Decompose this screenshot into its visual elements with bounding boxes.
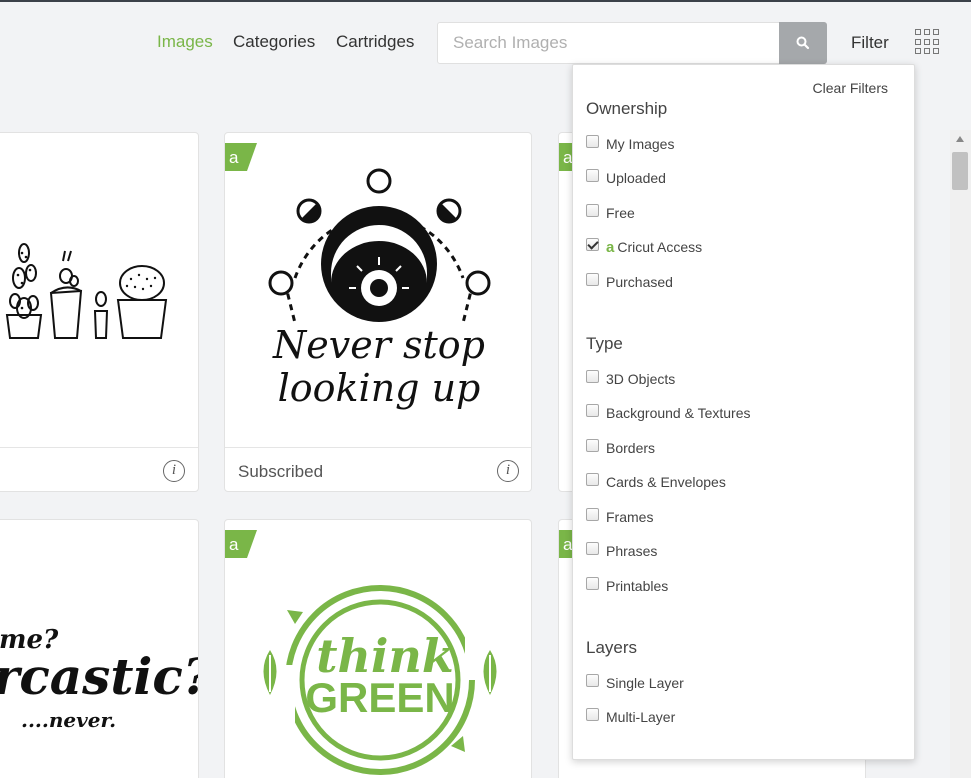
card-footer: Subscribed i	[225, 447, 531, 491]
option-label: Single Layer	[606, 675, 684, 691]
filter-option-multi-layer[interactable]: Multi-Layer	[586, 707, 675, 727]
card-status: Subscribed	[238, 462, 324, 481]
filter-option-printables[interactable]: Printables	[586, 576, 668, 596]
filter-option-cricut-access[interactable]: a Cricut Access	[586, 237, 702, 257]
checkbox[interactable]	[586, 707, 599, 721]
checkbox[interactable]	[586, 472, 599, 486]
filter-option-borders[interactable]: Borders	[586, 438, 655, 458]
search-box	[437, 22, 827, 64]
option-label: Purchased	[606, 274, 673, 290]
option-label: Printables	[606, 578, 669, 594]
art-text: looking up	[278, 366, 481, 410]
option-label: Background & Textures	[606, 405, 751, 421]
option-label: Uploaded	[606, 170, 666, 186]
checkbox[interactable]	[586, 203, 599, 217]
scrollbar-thumb[interactable]	[952, 152, 968, 190]
nav-categories[interactable]: Categories	[233, 32, 315, 52]
filter-dropdown: Clear Filters Ownership My Images Upload…	[572, 64, 915, 760]
filter-option-single-layer[interactable]: Single Layer	[586, 673, 684, 693]
grid-view-icon[interactable]	[915, 29, 941, 55]
search-button[interactable]	[779, 22, 827, 64]
checkbox[interactable]	[586, 272, 599, 286]
filter-option-uploaded[interactable]: Uploaded	[586, 168, 666, 188]
option-label: Cricut Access	[617, 239, 703, 255]
scroll-up-arrow-icon[interactable]	[956, 136, 964, 142]
option-label: My Images	[606, 136, 675, 152]
nav-cartridges[interactable]: Cartridges	[336, 32, 414, 52]
option-label: Cards & Envelopes	[606, 474, 726, 490]
filter-option-phrases[interactable]: Phrases	[586, 541, 657, 561]
filter-option-3d-objects[interactable]: 3D Objects	[586, 369, 675, 389]
filter-option-background-textures[interactable]: Background & Textures	[586, 403, 751, 423]
art-text: rcastic?	[0, 647, 199, 706]
option-label: Borders	[606, 440, 656, 456]
checkbox[interactable]	[586, 576, 599, 590]
cricut-access-icon: a	[606, 238, 615, 256]
checkbox[interactable]	[586, 134, 599, 148]
checkbox[interactable]	[586, 438, 599, 452]
image-card[interactable]: me? rcastic? ....never.	[0, 519, 199, 778]
option-label: 3D Objects	[606, 371, 676, 387]
option-label: Phrases	[606, 543, 658, 559]
search-input[interactable]	[438, 23, 780, 63]
filter-option-frames[interactable]: Frames	[586, 507, 653, 527]
checkbox[interactable]	[586, 673, 599, 687]
checkbox[interactable]	[586, 403, 599, 417]
checkbox[interactable]	[586, 168, 599, 182]
think-green-art: think GREEN	[225, 585, 525, 775]
image-card[interactable]: i	[0, 132, 199, 492]
ownership-section-title: Ownership	[586, 99, 668, 118]
art-text: Never stop	[272, 323, 485, 367]
checkbox-checked[interactable]	[586, 237, 599, 251]
scrollbar[interactable]	[950, 130, 971, 778]
option-label: Multi-Layer	[606, 709, 676, 725]
type-section-title: Type	[586, 334, 623, 353]
option-label: Frames	[606, 509, 654, 525]
art-text: ....never.	[21, 708, 116, 732]
search-icon	[796, 36, 810, 50]
checkbox[interactable]	[586, 541, 599, 555]
info-icon[interactable]: i	[163, 460, 185, 482]
filter-option-free[interactable]: Free	[586, 203, 635, 223]
filter-option-cards-envelopes[interactable]: Cards & Envelopes	[586, 472, 726, 492]
nav-images[interactable]: Images	[157, 32, 213, 52]
filter-toggle[interactable]: Filter	[851, 33, 889, 53]
cactus-plants-art	[5, 243, 168, 339]
sarcastic-quote-art: me? rcastic? ....never.	[0, 625, 199, 732]
art-text: GREEN	[305, 674, 454, 721]
filter-option-my-images[interactable]: My Images	[586, 134, 674, 154]
image-card[interactable]: a Never stop looking up Subscribed i	[224, 132, 532, 492]
checkbox[interactable]	[586, 507, 599, 521]
layers-section-title: Layers	[586, 638, 638, 657]
card-footer: i	[0, 447, 198, 491]
clear-filters-link[interactable]: Clear Filters	[813, 80, 888, 96]
filter-option-purchased[interactable]: Purchased	[586, 272, 673, 292]
image-card[interactable]: a think GREEN	[224, 519, 532, 778]
option-label: Free	[606, 205, 635, 221]
info-icon[interactable]: i	[497, 460, 519, 482]
never-stop-looking-up-art: Never stop looking up	[268, 168, 491, 410]
checkbox[interactable]	[586, 369, 599, 383]
